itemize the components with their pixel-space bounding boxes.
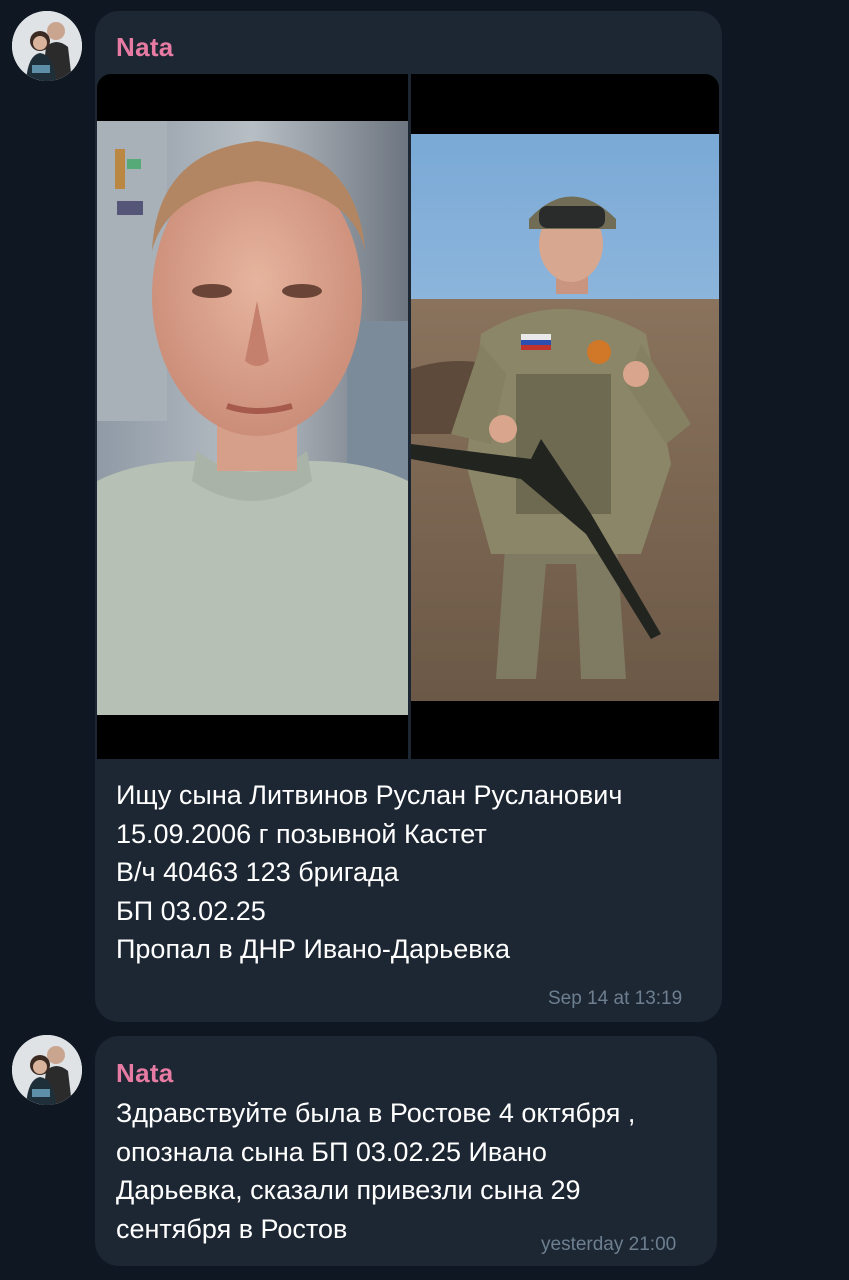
chat-history[interactable]: Nata Ищу сына Литвинов Руслан Русланович…	[0, 0, 849, 1280]
message-text[interactable]: Здравствуйте была в Ростове 4 октября , …	[116, 1094, 706, 1248]
portrait-photo[interactable]	[97, 121, 408, 715]
message-timestamp: yesterday 21:00	[541, 1234, 677, 1255]
sender-avatar[interactable]	[12, 11, 82, 81]
sender-avatar[interactable]	[12, 1035, 82, 1105]
message-timestamp: Sep 14 at 13:19	[548, 988, 683, 1009]
message-bubble[interactable]: Nata Здравствуйте была в Ростове 4 октяб…	[95, 1036, 717, 1266]
sender-name[interactable]: Nata	[116, 1058, 174, 1089]
sender-name[interactable]: Nata	[116, 32, 174, 63]
soldier-photo[interactable]	[411, 134, 719, 701]
photo-album[interactable]	[97, 74, 719, 759]
message-text[interactable]: Ищу сына Литвинов Руслан Русланович 15.0…	[116, 776, 706, 969]
